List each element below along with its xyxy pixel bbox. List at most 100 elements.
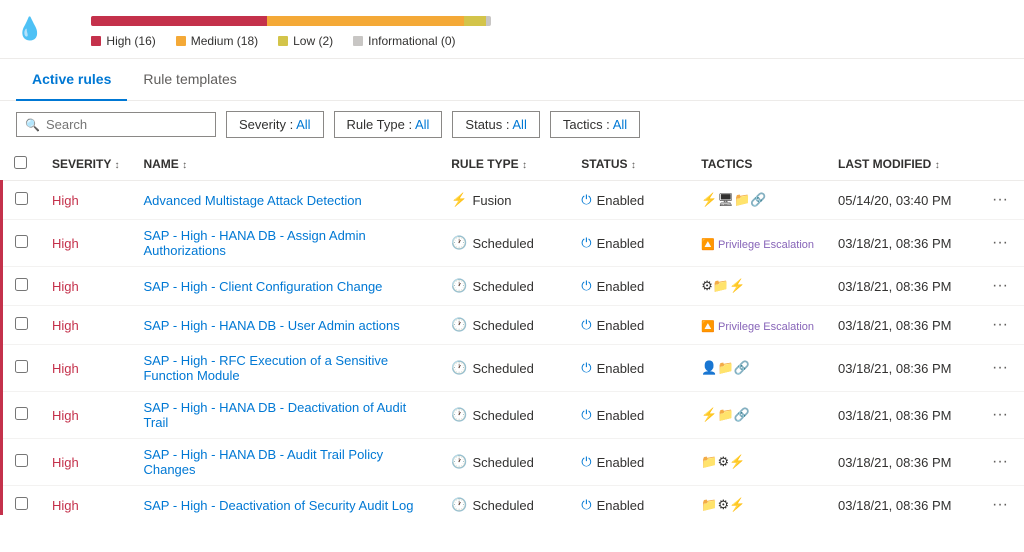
- table-row[interactable]: HighSAP - High - HANA DB - Deactivation …: [2, 392, 1024, 439]
- col-severity[interactable]: SEVERITY ↕: [40, 148, 131, 181]
- row-checkbox[interactable]: [15, 407, 28, 420]
- more-options-button[interactable]: ···: [988, 314, 1012, 336]
- rule-type-label: Scheduled: [472, 408, 533, 423]
- status-icon: ⏻: [581, 497, 591, 513]
- row-actions: ···: [976, 220, 1024, 267]
- row-last-modified: 03/18/21, 08:36 PM: [826, 439, 976, 486]
- severity-value: High: [52, 498, 79, 513]
- rule-name-link[interactable]: SAP - High - HANA DB - Audit Trail Polic…: [143, 447, 383, 477]
- more-options-button[interactable]: ···: [988, 275, 1012, 297]
- status-icon: ⏻: [581, 317, 591, 333]
- rule-type-label: Scheduled: [472, 318, 533, 333]
- rule-name-link[interactable]: SAP - High - HANA DB - User Admin action…: [143, 318, 399, 333]
- tactics-icons: ⚡📁🔗: [701, 407, 814, 423]
- legend-dot-low: [278, 36, 288, 46]
- row-name[interactable]: SAP - High - HANA DB - User Admin action…: [131, 306, 439, 345]
- more-options-button[interactable]: ···: [988, 357, 1012, 379]
- search-icon: 🔍: [25, 118, 40, 132]
- row-checkbox[interactable]: [15, 192, 28, 205]
- rule-name-link[interactable]: SAP - High - Client Configuration Change: [143, 279, 382, 294]
- rule-type-label: Fusion: [472, 193, 511, 208]
- row-name[interactable]: SAP - High - Deactivation of Security Au…: [131, 486, 439, 516]
- legend-info: Informational (0): [353, 34, 455, 48]
- rule-name-link[interactable]: SAP - High - HANA DB - Deactivation of A…: [143, 400, 406, 430]
- row-checkbox[interactable]: [15, 497, 28, 510]
- row-severity: High: [40, 345, 131, 392]
- severity-value: High: [52, 279, 79, 294]
- sort-modified-icon: ↕: [935, 160, 940, 171]
- severity-value: High: [52, 193, 79, 208]
- row-rule-type: 🕐Scheduled: [439, 439, 569, 486]
- row-checkbox-cell: [2, 486, 41, 516]
- tactics-icons: ⚡🖥📁🔗: [701, 192, 814, 208]
- filter-status[interactable]: Status : All: [452, 111, 539, 138]
- col-name[interactable]: NAME ↕: [131, 148, 439, 181]
- row-status: ⏻Enabled: [569, 392, 689, 439]
- sort-severity-icon: ↕: [114, 160, 119, 171]
- rule-name-link[interactable]: SAP - High - Deactivation of Security Au…: [143, 498, 413, 513]
- row-checkbox[interactable]: [15, 235, 28, 248]
- tactic-icon: 📁⚙⚡: [701, 454, 745, 470]
- table-row[interactable]: High Advanced Multistage Attack Detection…: [2, 181, 1024, 220]
- tab-rule-templates[interactable]: Rule templates: [127, 59, 252, 101]
- rule-type-icon: ⚡: [451, 192, 467, 208]
- rule-type-label: Scheduled: [472, 361, 533, 376]
- row-last-modified: 05/14/20, 03:40 PM: [826, 181, 976, 220]
- status-label: Enabled: [597, 193, 645, 208]
- row-checkbox-cell: [2, 306, 41, 345]
- row-status: ⏻Enabled: [569, 439, 689, 486]
- search-box[interactable]: 🔍: [16, 112, 216, 137]
- col-last-modified[interactable]: LAST MODIFIED ↕: [826, 148, 976, 181]
- more-options-button[interactable]: ···: [988, 232, 1012, 254]
- col-status[interactable]: STATUS ↕: [569, 148, 689, 181]
- row-status: ⏻Enabled: [569, 486, 689, 516]
- status-icon: ⏻: [581, 407, 591, 423]
- filter-tactics[interactable]: Tactics : All: [550, 111, 640, 138]
- rule-name-link[interactable]: SAP - High - HANA DB - Assign Admin Auth…: [143, 228, 365, 258]
- rule-name-link[interactable]: Advanced Multistage Attack Detection: [143, 193, 361, 208]
- row-actions: ···: [976, 392, 1024, 439]
- row-severity: High: [40, 267, 131, 306]
- row-checkbox[interactable]: [15, 278, 28, 291]
- table-row[interactable]: HighSAP - High - HANA DB - Audit Trail P…: [2, 439, 1024, 486]
- row-checkbox[interactable]: [15, 360, 28, 373]
- table-row[interactable]: HighSAP - High - HANA DB - User Admin ac…: [2, 306, 1024, 345]
- row-checkbox[interactable]: [15, 454, 28, 467]
- filter-severity[interactable]: Severity : All: [226, 111, 324, 138]
- rule-type-icon: 🕐: [451, 407, 467, 423]
- col-tactics: TACTICS: [689, 148, 826, 181]
- row-name[interactable]: SAP - High - HANA DB - Assign Admin Auth…: [131, 220, 439, 267]
- tab-active-rules[interactable]: Active rules: [16, 59, 127, 101]
- more-options-button[interactable]: ···: [988, 404, 1012, 426]
- row-actions: ···: [976, 267, 1024, 306]
- more-options-button[interactable]: ···: [988, 451, 1012, 473]
- rule-type-icon: 🕐: [451, 454, 467, 470]
- legend-label-medium: Medium (18): [191, 34, 258, 48]
- more-options-button[interactable]: ···: [988, 189, 1012, 211]
- rule-name-link[interactable]: SAP - High - RFC Execution of a Sensitiv…: [143, 353, 388, 383]
- table-row[interactable]: High SAP - High - Deactivation of Securit…: [2, 486, 1024, 516]
- select-all-checkbox[interactable]: [14, 156, 27, 169]
- row-tactics: 👤📁🔗: [689, 345, 826, 392]
- more-options-button[interactable]: ···: [988, 494, 1012, 515]
- row-checkbox-cell: [2, 181, 41, 220]
- row-checkbox[interactable]: [15, 317, 28, 330]
- severity-legend: High (16) Medium (18) Low (2) Informatio…: [91, 34, 1008, 48]
- table-row[interactable]: High SAP - High - HANA DB - Assign Admin …: [2, 220, 1024, 267]
- bar-high: [91, 16, 266, 26]
- row-actions: ···: [976, 181, 1024, 220]
- filter-rule-type[interactable]: Rule Type : All: [334, 111, 443, 138]
- table-row[interactable]: High SAP - High - RFC Execution of a Sens…: [2, 345, 1024, 392]
- row-tactics: ⚡🖥📁🔗: [689, 181, 826, 220]
- tactic-icon: ⚡🖥📁🔗: [701, 192, 766, 208]
- row-name[interactable]: SAP - High - HANA DB - Audit Trail Polic…: [131, 439, 439, 486]
- row-severity: High: [40, 220, 131, 267]
- col-rule-type[interactable]: RULE TYPE ↕: [439, 148, 569, 181]
- row-name[interactable]: SAP - High - HANA DB - Deactivation of A…: [131, 392, 439, 439]
- search-input[interactable]: [46, 117, 196, 132]
- row-name[interactable]: SAP - High - RFC Execution of a Sensitiv…: [131, 345, 439, 392]
- table-row[interactable]: High SAP - High - Client Configuration Ch…: [2, 267, 1024, 306]
- col-actions: [976, 148, 1024, 181]
- row-name[interactable]: Advanced Multistage Attack Detection: [131, 181, 439, 220]
- row-name[interactable]: SAP - High - Client Configuration Change: [131, 267, 439, 306]
